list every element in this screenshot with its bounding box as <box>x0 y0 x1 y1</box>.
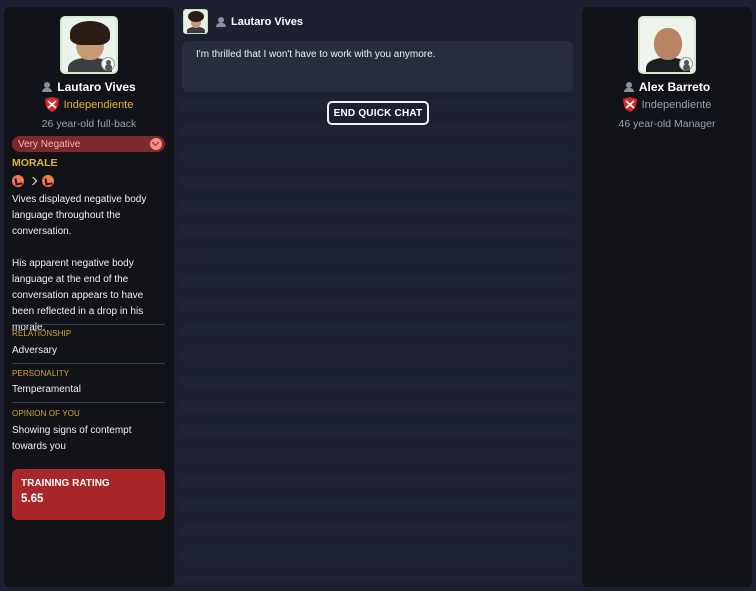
speaker-name[interactable]: Lautaro Vives <box>231 16 303 28</box>
player-name-line[interactable]: Lautaro Vives <box>4 80 174 94</box>
divider <box>12 402 165 403</box>
person-icon <box>42 82 53 92</box>
manager-club[interactable]: Independiente <box>642 99 712 111</box>
chevron-down-icon <box>150 138 162 150</box>
person-badge-icon <box>101 57 115 71</box>
manager-description: 46 year-old Manager <box>618 118 716 130</box>
player-club[interactable]: Independiente <box>64 99 134 111</box>
morale-level: Very Negative <box>18 138 81 150</box>
morale-down-arrow-icon <box>12 175 24 187</box>
training-rating-value: 5.65 <box>21 493 44 505</box>
speaker-name-line: Lautaro Vives <box>216 16 303 28</box>
morale-change-indicator <box>12 175 54 187</box>
chat-header: Lautaro Vives <box>183 9 303 34</box>
manager-name-line[interactable]: Alex Barreto <box>582 80 752 94</box>
training-rating-card[interactable]: TRAINING RATING 5.65 <box>12 469 165 520</box>
person-icon <box>216 16 226 27</box>
relationship-value: Adversary <box>12 345 58 356</box>
manager-panel: Alex Barreto Independiente 46 year-old M… <box>582 7 752 587</box>
manager-club-line[interactable]: Independiente <box>582 97 752 112</box>
manager-portrait[interactable] <box>638 16 696 74</box>
player-club-line[interactable]: Independiente <box>4 97 174 112</box>
personality-label: PERSONALITY <box>12 369 70 378</box>
morale-title: MORALE <box>12 157 58 169</box>
opinion-label: OPINION OF YOU <box>12 409 80 418</box>
chat-message: I'm thrilled that I won't have to work w… <box>182 41 573 92</box>
end-quick-chat-button[interactable]: END QUICK CHAT <box>327 101 429 125</box>
player-description: 26 year-old full-back <box>41 118 137 130</box>
manager-name[interactable]: Alex Barreto <box>639 80 710 94</box>
personality-value: Temperamental <box>12 384 81 395</box>
person-icon <box>623 82 634 92</box>
player-name[interactable]: Lautaro Vives <box>57 80 135 94</box>
background-blur <box>180 100 575 580</box>
chevron-right-icon <box>28 176 38 186</box>
person-badge-icon <box>679 57 693 71</box>
club-crest-icon <box>622 97 637 112</box>
morale-dropdown[interactable]: Very Negative <box>12 136 165 152</box>
opinion-value: Showing signs of contempt towards you <box>12 425 132 452</box>
chat-message-text: I'm thrilled that I won't have to work w… <box>196 49 436 60</box>
divider <box>12 363 165 364</box>
morale-text-1: Vives displayed negative body language t… <box>12 194 147 237</box>
divider <box>12 324 165 325</box>
training-rating-label: TRAINING RATING <box>21 478 110 489</box>
player-portrait[interactable] <box>60 16 118 74</box>
player-panel: Lautaro Vives Independiente 26 year-old … <box>4 7 174 587</box>
club-crest-icon <box>44 97 59 112</box>
morale-down-arrow-icon <box>42 175 54 187</box>
relationship-label: RELATIONSHIP <box>12 329 72 338</box>
speaker-portrait[interactable] <box>183 9 208 34</box>
